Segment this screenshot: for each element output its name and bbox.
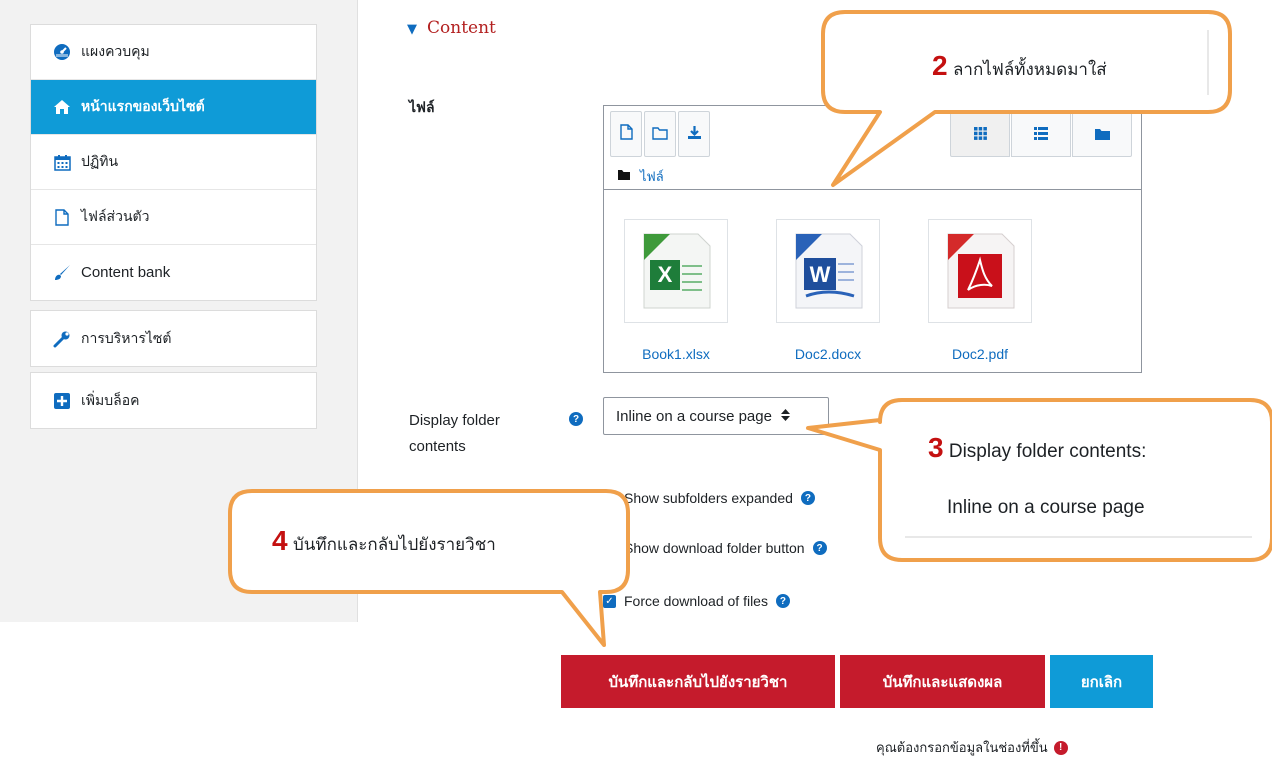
callout-overlay bbox=[228, 10, 1272, 647]
callout-4-shape bbox=[228, 489, 630, 647]
callout-number: 3 bbox=[928, 432, 944, 463]
callout-text: บันทึกและกลับไปยังรายวิชา bbox=[292, 535, 496, 555]
callout-2-shape bbox=[821, 10, 1232, 187]
callout-3-shape bbox=[806, 398, 1272, 562]
callout-3: 3 Display folder contents: bbox=[928, 432, 1146, 464]
callout-number: 2 bbox=[932, 50, 948, 81]
callout-text: ลากไฟล์ทั้งหมดมาใส่ bbox=[952, 60, 1107, 80]
callout-2: 2 ลากไฟล์ทั้งหมดมาใส่ bbox=[932, 50, 1107, 83]
callout-number: 4 bbox=[272, 525, 288, 556]
callout-text-line1: Display folder contents: bbox=[948, 441, 1147, 462]
callout-3-line2: Inline on a course page bbox=[947, 497, 1145, 518]
callout-4: 4 บันทึกและกลับไปยังรายวิชา bbox=[272, 525, 496, 558]
